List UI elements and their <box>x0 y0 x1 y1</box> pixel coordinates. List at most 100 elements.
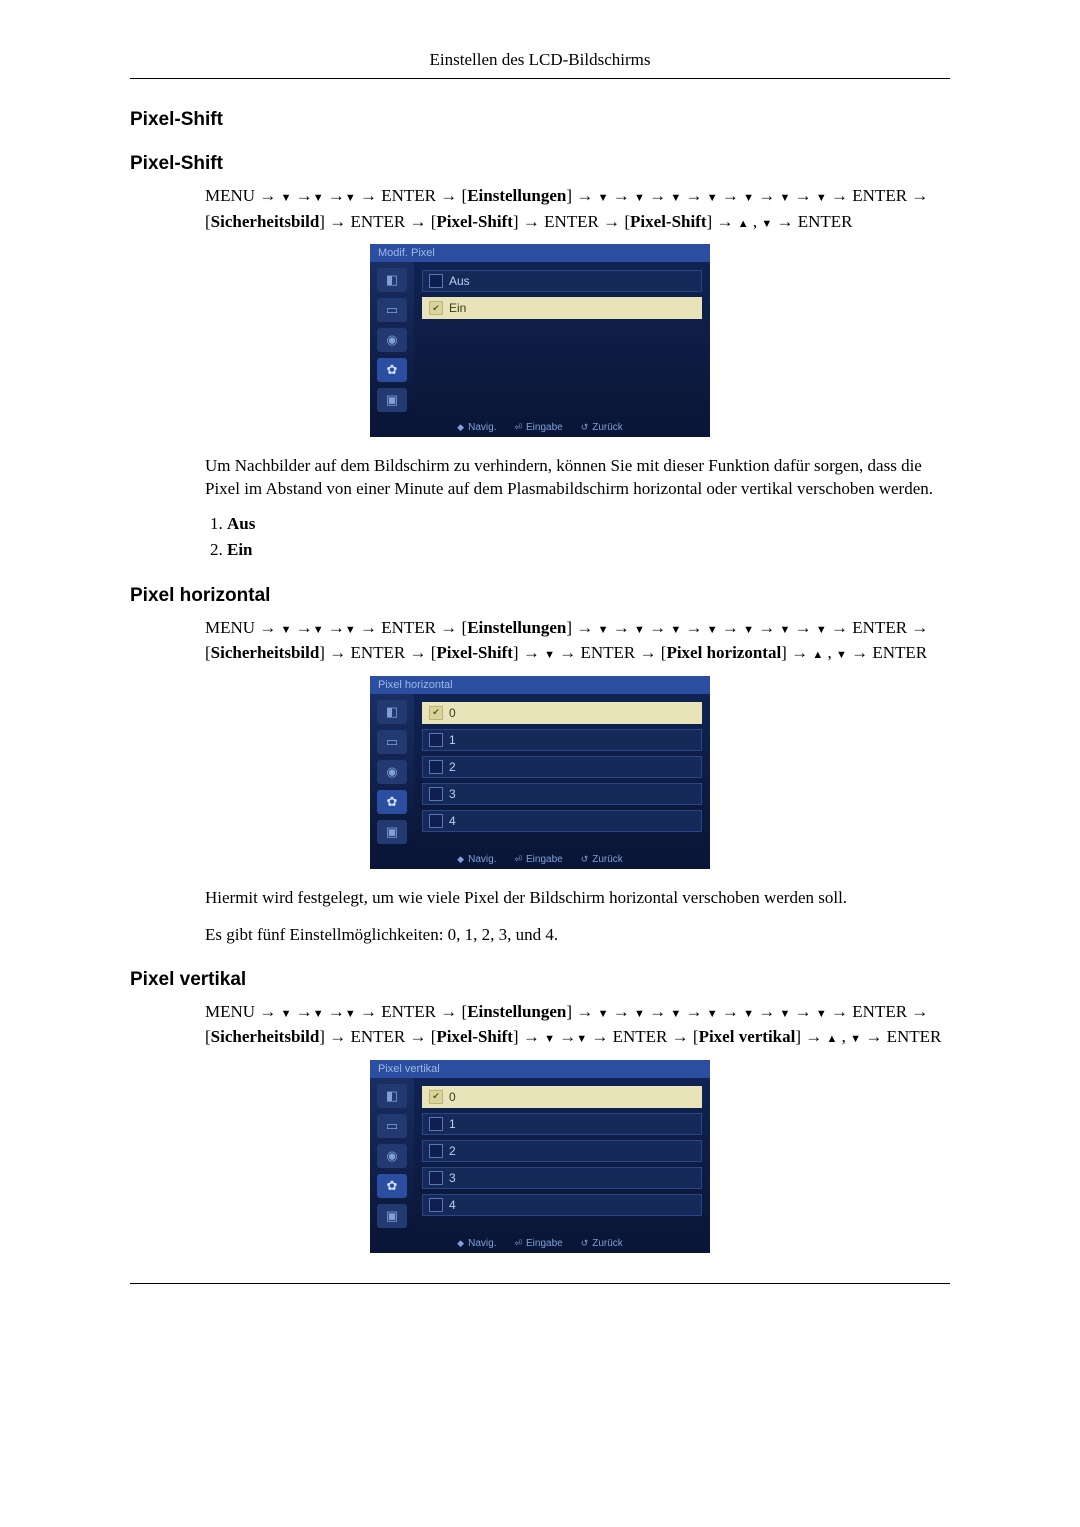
multi-icon: ▣ <box>377 1204 407 1228</box>
picture-icon: ◧ <box>377 700 407 724</box>
footer-nav: Navig. <box>457 1238 496 1249</box>
nav-token: Einstellungen <box>467 186 566 205</box>
heading-pixel-shift-1: Pixel-Shift <box>130 109 950 131</box>
osd-footer: Navig. Eingabe Zurück <box>370 418 710 437</box>
osd-item: 2 <box>422 756 702 778</box>
osd-item: 3 <box>422 1167 702 1189</box>
osd-pixel-vertikal: Pixel vertikal ◧ ▭ ◉ ✿ ▣ ✔0 1 2 3 4 Navi… <box>370 1060 710 1253</box>
nav-token: ENTER <box>852 1002 907 1021</box>
osd-footer: Navig. Eingabe Zurück <box>370 850 710 869</box>
down-icon <box>313 186 324 205</box>
option-list: Aus Ein <box>205 511 950 563</box>
osd-item-label: 1 <box>449 1117 456 1131</box>
osd-item: Aus <box>422 270 702 292</box>
osd-sidebar: ◧ ▭ ◉ ✿ ▣ <box>370 262 414 418</box>
nav-token: Pixel-Shift <box>436 643 513 662</box>
footer-nav: Navig. <box>457 422 496 433</box>
checkbox-icon <box>429 814 443 828</box>
osd-item-label: 2 <box>449 760 456 774</box>
osd-item-label: 0 <box>449 1090 456 1104</box>
arrow-icon <box>672 1027 689 1046</box>
osd-footer: Navig. Eingabe Zurück <box>370 1234 710 1253</box>
arrow-icon <box>716 212 733 231</box>
checkbox-icon: ✔ <box>429 301 443 315</box>
nav-token: ENTER <box>852 186 907 205</box>
nav-token: Pixel-Shift <box>436 1027 513 1046</box>
osd-item-label: 3 <box>449 1171 456 1185</box>
down-icon <box>345 1002 356 1021</box>
down-icon <box>816 186 827 205</box>
checkbox-icon <box>429 1144 443 1158</box>
multi-icon: ▣ <box>377 388 407 412</box>
arrow-icon <box>831 1002 848 1021</box>
down-icon <box>313 618 324 637</box>
nav-token: Pixel horizontal <box>666 643 781 662</box>
arrow-icon <box>296 1002 313 1021</box>
arrow-icon <box>328 1002 345 1021</box>
checkbox-icon <box>429 274 443 288</box>
osd-item-label: Ein <box>449 301 466 315</box>
down-icon <box>598 618 609 637</box>
setup-icon: ✿ <box>377 790 407 814</box>
arrow-icon <box>523 1027 540 1046</box>
nav-token: Einstellungen <box>467 618 566 637</box>
arrow-icon <box>559 643 576 662</box>
footer-nav: Navig. <box>457 854 496 865</box>
list-item: Ein <box>227 537 950 563</box>
osd-sidebar: ◧ ▭ ◉ ✿ ▣ <box>370 694 414 850</box>
osd-item: 4 <box>422 1194 702 1216</box>
header-rule <box>130 78 950 79</box>
heading-pixel-vertikal: Pixel vertikal <box>130 969 950 991</box>
arrow-icon <box>523 643 540 662</box>
option-label: Aus <box>227 514 255 533</box>
checkbox-icon <box>429 787 443 801</box>
nav-token: ENTER <box>887 1027 942 1046</box>
down-icon <box>707 186 718 205</box>
arrow-icon <box>681 618 702 637</box>
arrow-icon <box>758 618 775 637</box>
arrow-icon <box>296 618 313 637</box>
arrow-icon <box>410 1027 427 1046</box>
up-icon <box>738 212 749 231</box>
arrow-icon <box>722 618 739 637</box>
down-icon <box>634 618 645 637</box>
down-icon <box>743 618 754 637</box>
arrow-icon <box>259 1002 276 1021</box>
arrow-icon <box>259 186 276 205</box>
osd-list: ✔0 1 2 3 4 <box>414 1078 710 1234</box>
down-icon <box>281 618 292 637</box>
arrow-icon <box>523 212 540 231</box>
osd-pixel-horizontal: Pixel horizontal ◧ ▭ ◉ ✿ ▣ ✔0 1 2 3 4 Na… <box>370 676 710 869</box>
down-icon <box>743 1002 754 1021</box>
osd-item-selected: ✔0 <box>422 702 702 724</box>
arrow-icon <box>795 1002 812 1021</box>
heading-pixel-shift-2: Pixel-Shift <box>130 153 950 175</box>
arrow-icon <box>328 186 345 205</box>
nav-token: Pixel-Shift <box>436 212 513 231</box>
arrow-icon <box>440 186 457 205</box>
arrow-icon <box>805 1027 822 1046</box>
down-icon <box>634 1002 645 1021</box>
screen-icon: ▭ <box>377 1114 407 1138</box>
arrow-icon <box>608 1002 629 1021</box>
osd-item-selected: ✔ Ein <box>422 297 702 319</box>
nav-token: ENTER <box>544 212 599 231</box>
arrow-icon <box>911 186 928 205</box>
arrow-icon <box>722 1002 739 1021</box>
osd-sidebar: ◧ ▭ ◉ ✿ ▣ <box>370 1078 414 1234</box>
arrow-icon <box>722 186 739 205</box>
arrow-icon <box>259 618 276 637</box>
footer-enter: Eingabe <box>514 422 562 433</box>
down-icon <box>281 1002 292 1021</box>
paragraph: Um Nachbilder auf dem Bildschirm zu verh… <box>205 455 950 501</box>
footer-rule <box>130 1283 950 1284</box>
footer-back: Zurück <box>581 1238 623 1249</box>
nav-token: Sicherheitsbild <box>211 212 320 231</box>
arrow-icon <box>591 1027 608 1046</box>
arrow-icon <box>440 1002 457 1021</box>
arrow-icon <box>795 618 812 637</box>
page-header: Einstellen des LCD-Bildschirms <box>130 50 950 78</box>
nav-token: ENTER <box>350 1027 405 1046</box>
osd-list: ✔0 1 2 3 4 <box>414 694 710 850</box>
osd-item-label: 3 <box>449 787 456 801</box>
